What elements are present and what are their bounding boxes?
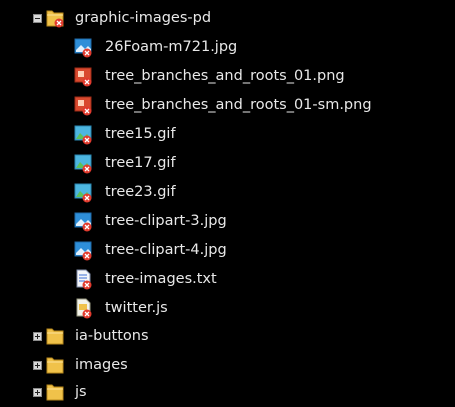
tree-folder-label: js <box>75 384 87 400</box>
tree-file-label: tree15.gif <box>105 126 176 142</box>
png-file-icon <box>74 96 92 116</box>
tree-file-item[interactable]: tree_branches_and_roots_01.png <box>0 62 455 91</box>
file-tree: graphic-images-pd 26Foam-m721.jpg tree_b… <box>0 0 455 404</box>
txt-file-icon <box>76 269 92 290</box>
tree-file-label: tree-images.txt <box>105 271 217 287</box>
gif-file-icon <box>74 125 92 145</box>
folder-icon <box>46 357 64 374</box>
expand-toggle-icon[interactable] <box>33 332 42 341</box>
jpg-file-icon <box>74 38 92 58</box>
tree-file-label: tree_branches_and_roots_01-sm.png <box>105 97 372 113</box>
jpg-file-icon <box>74 241 92 261</box>
tree-file-label: tree23.gif <box>105 184 176 200</box>
expand-toggle-icon[interactable] <box>33 388 42 397</box>
tree-file-item[interactable]: tree15.gif <box>0 120 455 149</box>
tree-file-item[interactable]: twitter.js <box>0 294 455 323</box>
tree-folder-label: graphic-images-pd <box>75 10 212 26</box>
gif-file-icon <box>74 183 92 203</box>
tree-file-item[interactable]: tree17.gif <box>0 149 455 178</box>
tree-file-item[interactable]: 26Foam-m721.jpg <box>0 33 455 62</box>
collapse-toggle-icon[interactable] <box>33 14 42 23</box>
tree-file-label: twitter.js <box>105 300 168 316</box>
tree-file-label: tree-clipart-4.jpg <box>105 242 227 258</box>
tree-file-item[interactable]: tree23.gif <box>0 178 455 207</box>
folder-icon <box>46 328 64 345</box>
tree-file-item[interactable]: tree-clipart-4.jpg <box>0 236 455 265</box>
tree-file-label: tree-clipart-3.jpg <box>105 213 227 229</box>
folder-icon <box>46 384 64 401</box>
tree-file-item[interactable]: tree-images.txt <box>0 265 455 294</box>
tree-folder-ia-buttons[interactable]: ia-buttons <box>0 322 455 351</box>
jpg-file-icon <box>74 212 92 232</box>
tree-file-item[interactable]: tree_branches_and_roots_01-sm.png <box>0 91 455 120</box>
png-file-icon <box>74 67 92 87</box>
tree-folder-label: images <box>75 357 128 373</box>
tree-folder-label: ia-buttons <box>75 328 149 344</box>
js-file-icon <box>76 298 92 319</box>
tree-file-label: 26Foam-m721.jpg <box>105 39 238 55</box>
tree-file-label: tree17.gif <box>105 155 176 171</box>
gif-file-icon <box>74 154 92 174</box>
tree-folder-js[interactable]: js <box>0 378 455 407</box>
tree-file-label: tree_branches_and_roots_01.png <box>105 68 345 84</box>
tree-file-item[interactable]: tree-clipart-3.jpg <box>0 207 455 236</box>
tree-folder-images[interactable]: images <box>0 351 455 380</box>
expand-toggle-icon[interactable] <box>33 361 42 370</box>
folder-icon <box>46 10 64 28</box>
tree-folder-graphic-images-pd[interactable]: graphic-images-pd <box>0 4 455 33</box>
